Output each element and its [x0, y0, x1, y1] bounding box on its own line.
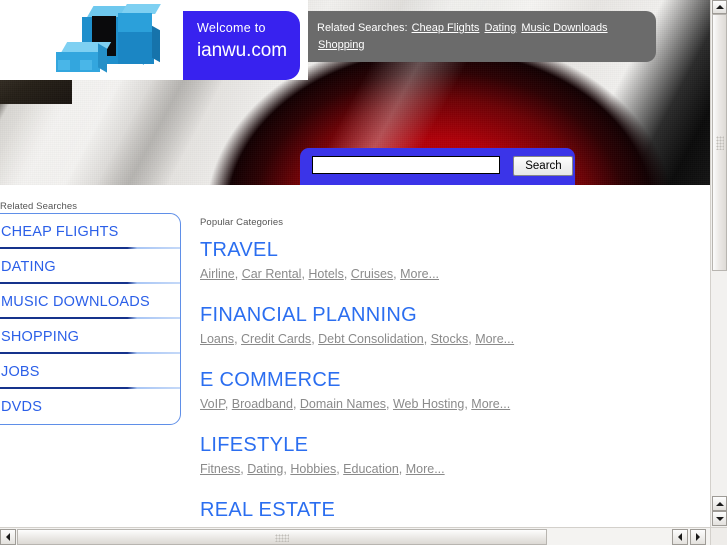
horizontal-scrollbar[interactable] — [0, 527, 710, 545]
link-separator: , — [386, 397, 393, 411]
category-block-real-estate: REAL ESTATE Mortgages, Refinancing, Home… — [200, 498, 670, 527]
related-search-link-music-downloads[interactable]: Music Downloads — [521, 22, 607, 34]
scroll-left-button[interactable] — [0, 529, 16, 545]
scrollbar-grip-icon — [275, 534, 289, 542]
category-link[interactable]: Education — [343, 462, 399, 476]
sidebar-item-label: SHOPPING — [1, 328, 80, 345]
sidebar-item-music-downloads[interactable]: MUSIC DOWNLOADS — [0, 284, 180, 319]
link-separator: , — [398, 462, 406, 476]
related-search-link-shopping[interactable]: Shopping — [318, 39, 365, 51]
main-column: Popular Categories TRAVEL Airline, Car R… — [200, 185, 670, 527]
category-title[interactable]: TRAVEL — [200, 238, 670, 262]
category-link[interactable]: Airline — [200, 267, 235, 281]
link-separator: , — [423, 332, 431, 346]
triangle-down-icon — [715, 516, 724, 521]
page-viewport: Welcome to ianwu.com Related Searches: C… — [0, 0, 710, 527]
category-link[interactable]: Cruises — [351, 267, 393, 281]
sidebar-list: CHEAP FLIGHTS DATING MUSIC DOWNLOADS SHO… — [0, 213, 181, 425]
sidebar-item-label: DATING — [1, 258, 56, 275]
triangle-left-icon — [678, 533, 682, 541]
category-block-lifestyle: LIFESTYLE Fitness, Dating, Hobbies, Educ… — [200, 433, 670, 478]
category-link[interactable]: More... — [471, 397, 510, 411]
sidebar-heading: Related Searches — [0, 201, 78, 212]
search-button[interactable]: Search — [513, 156, 574, 176]
category-link[interactable]: Web Hosting — [393, 397, 464, 411]
sidebar-item-dvds[interactable]: DVDS — [0, 389, 180, 424]
brand-welcome-text: Welcome to — [197, 21, 266, 35]
search-widget: Search — [300, 148, 575, 185]
sidebar-item-label: MUSIC DOWNLOADS — [1, 293, 150, 310]
vertical-scrollbar[interactable] — [710, 0, 727, 527]
category-title[interactable]: FINANCIAL PLANNING — [200, 303, 670, 327]
horizontal-scrollbar-thumb[interactable] — [17, 529, 547, 545]
sidebar-item-label: DVDS — [1, 398, 43, 415]
category-link[interactable]: Dating — [247, 462, 283, 476]
sidebar-item-cheap-flights[interactable]: CHEAP FLIGHTS — [0, 214, 180, 249]
category-title[interactable]: LIFESTYLE — [200, 433, 670, 457]
category-links: Airline, Car Rental, Hotels, Cruises, Mo… — [200, 265, 670, 283]
category-links: Fitness, Dating, Hobbies, Education, Mor… — [200, 460, 670, 478]
category-link[interactable]: Broadband — [232, 397, 293, 411]
link-separator: , — [292, 397, 300, 411]
scroll-left-button-right-pair[interactable] — [672, 529, 688, 545]
search-input[interactable] — [312, 156, 500, 174]
scroll-down-button[interactable] — [712, 511, 727, 526]
category-link[interactable]: Loans — [200, 332, 234, 346]
category-link[interactable]: More... — [475, 332, 514, 346]
category-link[interactable]: Credit Cards — [241, 332, 311, 346]
masthead: Welcome to ianwu.com — [0, 0, 308, 80]
category-link[interactable]: Hobbies — [290, 462, 336, 476]
link-separator: , — [234, 332, 242, 346]
category-link[interactable]: Domain Names — [300, 397, 386, 411]
category-link[interactable]: Debt Consolidation — [318, 332, 424, 346]
scroll-right-button[interactable] — [690, 529, 706, 545]
link-separator: , — [343, 267, 351, 281]
category-block-e-commerce: E COMMERCE VoIP, Broadband, Domain Names… — [200, 368, 670, 413]
triangle-left-icon — [6, 533, 10, 541]
triangle-up-icon — [715, 501, 724, 506]
category-block-financial-planning: FINANCIAL PLANNING Loans, Credit Cards, … — [200, 303, 670, 348]
sidebar-item-jobs[interactable]: JOBS — [0, 354, 180, 389]
brand-panel: Welcome to ianwu.com — [183, 11, 300, 80]
related-searches-label: Related Searches: — [317, 22, 408, 34]
category-links: VoIP, Broadband, Domain Names, Web Hosti… — [200, 395, 670, 413]
brand-domain-name: ianwu.com — [197, 40, 287, 61]
related-search-link-dating[interactable]: Dating — [485, 22, 517, 34]
vertical-scrollbar-thumb[interactable] — [712, 14, 727, 271]
related-search-link-cheap-flights[interactable]: Cheap Flights — [412, 22, 480, 34]
category-link[interactable]: More... — [400, 267, 439, 281]
scrollbar-grip-icon — [716, 135, 724, 150]
category-link[interactable]: Stocks — [431, 332, 469, 346]
triangle-up-icon — [715, 5, 724, 9]
category-link[interactable]: VoIP — [200, 397, 225, 411]
sidebar-item-label: JOBS — [1, 363, 40, 380]
category-links: Loans, Credit Cards, Debt Consolidation,… — [200, 330, 670, 348]
category-link[interactable]: Fitness — [200, 462, 240, 476]
link-separator: , — [224, 397, 232, 411]
sidebar-item-shopping[interactable]: SHOPPING — [0, 319, 180, 354]
category-title[interactable]: E COMMERCE — [200, 368, 670, 392]
related-searches-panel: Related Searches: Cheap Flights Dating M… — [308, 11, 656, 62]
category-title[interactable]: REAL ESTATE — [200, 498, 670, 522]
sidebar-item-dating[interactable]: DATING — [0, 249, 180, 284]
sidebar: Related Searches CHEAP FLIGHTS DATING MU… — [0, 201, 181, 425]
sidebar-item-label: CHEAP FLIGHTS — [1, 223, 119, 240]
content-area: Related Searches CHEAP FLIGHTS DATING MU… — [0, 185, 710, 527]
popular-categories-heading: Popular Categories — [200, 217, 284, 228]
triangle-right-icon — [696, 533, 700, 541]
link-separator: , — [234, 267, 242, 281]
scrollbar-corner — [710, 527, 727, 545]
hero-banner: Welcome to ianwu.com Related Searches: C… — [0, 0, 710, 185]
category-link[interactable]: More... — [406, 462, 445, 476]
scroll-up-button-lower[interactable] — [712, 496, 727, 511]
category-link[interactable]: Hotels — [308, 267, 343, 281]
category-link[interactable]: Car Rental — [242, 267, 302, 281]
scroll-up-button[interactable] — [712, 0, 727, 14]
blue-3d-blocks-logo-icon — [52, 4, 180, 80]
category-block-travel: TRAVEL Airline, Car Rental, Hotels, Crui… — [200, 238, 670, 283]
